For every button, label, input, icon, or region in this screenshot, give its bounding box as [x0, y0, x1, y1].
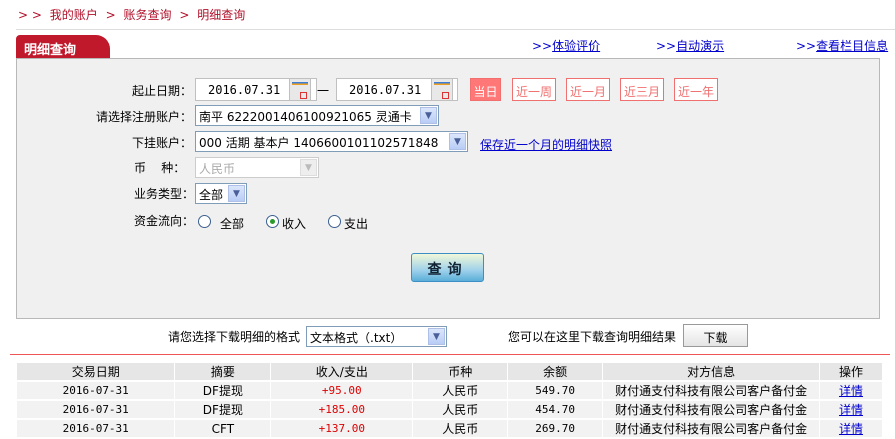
- flow-all-radio[interactable]: [198, 215, 211, 228]
- date-label: 起止日期：: [131, 84, 192, 98]
- cell-date: 2016-07-31: [17, 419, 176, 439]
- cell-counterparty: 财付通支付科技有限公司客户备付金: [602, 419, 820, 439]
- link-auto-demo[interactable]: >>自动演示: [656, 37, 724, 54]
- link-column-info[interactable]: >>查看栏目信息: [796, 37, 888, 54]
- download-format-select[interactable]: 文本格式（.txt） ▼: [306, 326, 447, 347]
- chevron-down-icon: ▼: [300, 159, 317, 176]
- breadcrumb-separator: >: [105, 8, 116, 22]
- flow-expense-label: 支出: [344, 217, 369, 231]
- account-select[interactable]: 南平 6222001406100921065 灵通卡 ▼: [195, 105, 439, 126]
- quick-3months-button[interactable]: 近三月: [620, 78, 664, 101]
- table-row: 2016-07-31 DF提现 +185.00 人民币 454.70 财付通支付…: [17, 400, 883, 420]
- detail-link[interactable]: 详情: [839, 403, 863, 417]
- chevron-down-icon: ▼: [228, 185, 245, 202]
- sub-account-label: 下挂账户：: [131, 136, 192, 150]
- date-dash: 一: [317, 84, 330, 98]
- cell-summary: DF提现: [174, 381, 272, 401]
- cell-date: 2016-07-31: [17, 381, 176, 401]
- quick-today-button[interactable]: 当日: [470, 78, 501, 101]
- chevron-down-icon: ▼: [420, 107, 437, 124]
- save-snapshot-link[interactable]: 保存近一个月的明细快照: [480, 136, 612, 153]
- cell-amount: +185.00: [270, 400, 414, 420]
- cell-currency: 人民币: [412, 400, 509, 420]
- cell-amount: +137.00: [270, 419, 414, 439]
- sub-account-select[interactable]: 000 活期 基本户 1406600101102571848 ▼: [195, 131, 468, 152]
- query-button[interactable]: 查询: [411, 253, 484, 282]
- detail-link[interactable]: 详情: [839, 384, 863, 398]
- cell-balance: 454.70: [507, 400, 604, 420]
- flow-income-label: 收入: [282, 217, 307, 231]
- breadcrumb-my-account[interactable]: 我的账户: [50, 8, 98, 22]
- col-balance: 余额: [507, 363, 604, 382]
- quick-year-button[interactable]: 近一年: [674, 78, 718, 101]
- col-date: 交易日期: [17, 363, 176, 382]
- divider: [10, 354, 890, 355]
- table-row: 2016-07-31 DF提现 +95.00 人民币 549.70 财付通支付科…: [17, 381, 883, 401]
- col-currency: 币种: [412, 363, 509, 382]
- chevron-down-icon: ▼: [428, 328, 445, 345]
- flow-all-label: 全部: [220, 217, 245, 231]
- flow-expense-radio[interactable]: [328, 215, 341, 228]
- type-label: 业务类型：: [134, 187, 195, 201]
- currency-label: 币 种：: [134, 161, 186, 175]
- download-format-label: 请您选择下载明细的格式: [168, 330, 301, 344]
- divider: [16, 29, 895, 30]
- cell-summary: DF提现: [174, 400, 272, 420]
- breadcrumb-detail-query: 明细查询: [197, 8, 246, 22]
- account-label: 请选择注册账户：: [95, 110, 192, 124]
- calendar-icon[interactable]: [431, 78, 453, 101]
- detail-link[interactable]: 详情: [839, 422, 863, 436]
- col-amount: 收入/支出: [270, 363, 414, 382]
- quick-month-button[interactable]: 近一月: [566, 78, 610, 101]
- cell-counterparty: 财付通支付科技有限公司客户备付金: [602, 400, 820, 420]
- breadcrumb-account-query[interactable]: 账务查询: [124, 8, 172, 22]
- cell-summary: CFT: [174, 419, 272, 439]
- download-hint: 您可以在这里下载查询明细结果: [508, 330, 677, 344]
- col-counterparty: 对方信息: [602, 363, 820, 382]
- breadcrumb-separator: > >: [18, 8, 42, 22]
- flow-label: 资金流向：: [134, 214, 195, 228]
- cell-balance: 269.70: [507, 419, 604, 439]
- currency-select: 人民币 ▼: [195, 157, 319, 178]
- chevron-down-icon: ▼: [449, 133, 466, 150]
- quick-week-button[interactable]: 近一周: [512, 78, 556, 101]
- cell-amount: +95.00: [270, 381, 414, 401]
- table-row: 2016-07-31 CFT +137.00 人民币 269.70 财付通支付科…: [17, 419, 883, 439]
- cell-currency: 人民币: [412, 419, 509, 439]
- col-summary: 摘要: [174, 363, 272, 382]
- breadcrumb: > > 我的账户 > 账务查询 > 明细查询: [18, 6, 249, 23]
- breadcrumb-separator: >: [179, 8, 190, 22]
- download-button[interactable]: 下载: [683, 324, 748, 347]
- cell-currency: 人民币: [412, 381, 509, 401]
- link-feedback[interactable]: >>体验评价: [532, 37, 600, 54]
- calendar-icon[interactable]: [289, 78, 311, 101]
- col-action: 操作: [819, 363, 883, 382]
- tab-detail-query[interactable]: 明细查询: [16, 35, 110, 58]
- flow-income-radio[interactable]: [266, 215, 279, 228]
- cell-counterparty: 财付通支付科技有限公司客户备付金: [602, 381, 820, 401]
- type-select[interactable]: 全部 ▼: [195, 183, 247, 204]
- cell-date: 2016-07-31: [17, 400, 176, 420]
- table-header: 交易日期 摘要 收入/支出 币种 余额 对方信息 操作: [17, 363, 883, 382]
- cell-balance: 549.70: [507, 381, 604, 401]
- detail-table: 交易日期 摘要 收入/支出 币种 余额 对方信息 操作 2016-07-31 D…: [17, 363, 883, 439]
